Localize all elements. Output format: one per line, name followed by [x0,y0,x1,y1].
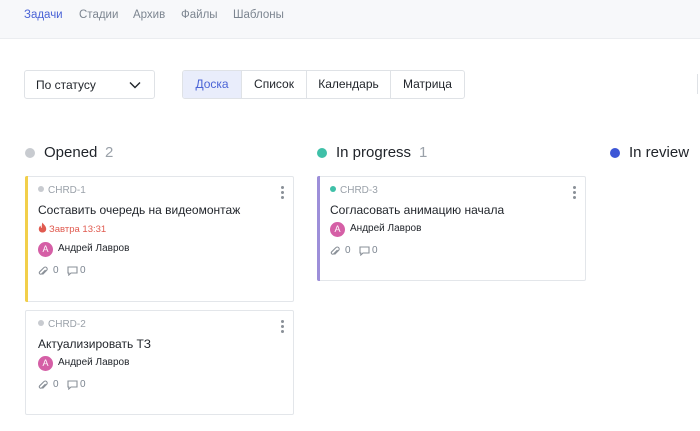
due-date: Завтра 13:31 [38,222,106,235]
comments-count: 0 [80,265,86,276]
task-name[interactable]: Актуализировать ТЗ [38,337,151,351]
task-card[interactable]: CHRD-3 Согласовать анимацию начала А Анд… [317,176,586,281]
view-calendar-button[interactable]: Календарь [307,71,391,98]
tab-files[interactable]: Файлы [181,9,218,21]
card-meta: 0 0 [330,245,410,257]
kebab-menu-icon[interactable] [281,320,285,335]
column-header-in-review: In review [610,143,700,163]
task-key: CHRD-3 [330,185,378,196]
avatar: А [330,222,345,237]
assignee-name: Андрей Лавров [58,357,130,368]
task-key: CHRD-1 [38,185,86,196]
task-key-label: CHRD-2 [48,319,86,330]
assignee: А Андрей Лавров [38,356,188,372]
assignee: А Андрей Лавров [330,222,480,238]
task-key-label: CHRD-3 [340,185,378,196]
group-by-value: По статусу [36,78,96,92]
column-title: In progress [336,144,412,161]
due-date-label: Завтра 13:31 [49,224,107,235]
column-header-in-progress: In progress 1 [317,143,477,163]
view-matrix-button[interactable]: Матрица [391,71,464,98]
kebab-menu-icon[interactable] [281,186,285,201]
fire-icon [38,222,47,233]
task-name[interactable]: Согласовать анимацию начала [330,203,504,217]
task-key-label: CHRD-1 [48,185,86,196]
comments-count: 0 [372,245,378,256]
comments-count: 0 [80,379,86,390]
column-title: In review [629,144,690,161]
view-list-button[interactable]: Список [242,71,307,98]
status-dot [317,148,327,158]
view-board-button[interactable]: Доска [183,71,242,98]
task-card[interactable]: CHRD-2 Актуализировать ТЗ А Андрей Лавро… [25,310,294,415]
assignee: А Андрей Лавров [38,242,188,258]
tab-archive[interactable]: Архив [133,9,165,21]
tab-stages[interactable]: Стадии [79,9,118,21]
task-card[interactable]: CHRD-1 Составить очередь на видеомонтаж … [25,176,294,302]
card-meta: 0 0 [38,265,118,277]
attachments-count: 0 [345,245,351,256]
group-by-select[interactable]: По статусу [24,70,155,99]
top-nav: Задачи Стадии Архив Файлы Шаблоны [0,0,700,39]
tab-templates[interactable]: Шаблоны [233,9,284,21]
view-switcher: Доска Список Календарь Матрица [182,70,465,99]
tab-tasks[interactable]: Задачи [24,9,63,21]
avatar: А [38,242,53,257]
column-header-opened: Opened 2 [25,143,185,163]
toolbar-edge-divider [697,74,698,94]
assignee-name: Андрей Лавров [350,223,422,234]
task-key: CHRD-2 [38,319,86,330]
attachments-count: 0 [53,265,59,276]
paperclip-icon [38,266,48,275]
comment-icon [359,246,370,256]
comment-icon [67,266,78,276]
kebab-menu-icon[interactable] [573,186,577,201]
column-title: Opened [44,144,98,161]
column-count: 1 [419,144,428,161]
paperclip-icon [330,246,340,255]
status-dot [38,320,44,326]
attachments-count: 0 [53,379,59,390]
task-name[interactable]: Составить очередь на видеомонтаж [38,203,240,217]
assignee-name: Андрей Лавров [58,243,130,254]
status-dot [38,186,44,192]
card-accent-bar [25,176,28,302]
status-dot [330,186,336,192]
status-dot [610,148,620,158]
chevron-down-icon [129,82,141,89]
status-dot [25,148,35,158]
comment-icon [67,380,78,390]
column-count: 2 [105,144,114,161]
paperclip-icon [38,380,48,389]
avatar: А [38,356,53,371]
card-meta: 0 0 [38,379,118,391]
card-accent-bar [317,176,320,281]
